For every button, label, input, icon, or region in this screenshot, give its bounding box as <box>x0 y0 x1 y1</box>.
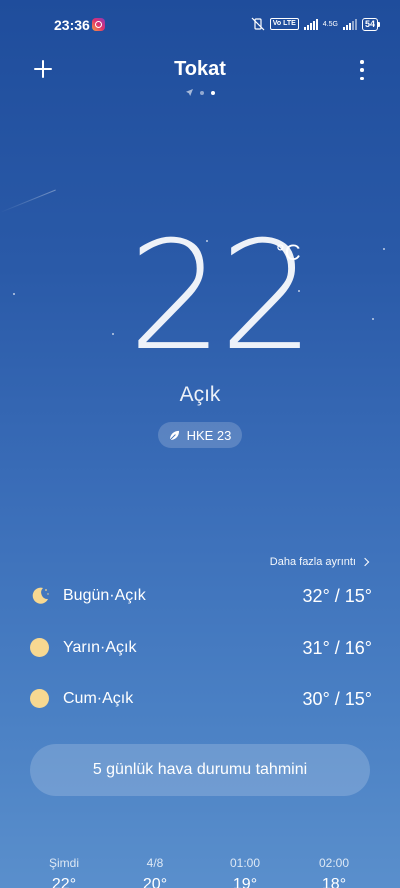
forecast-day-label: Cum·Açık <box>63 690 134 707</box>
signal-icon <box>303 18 318 30</box>
hourly-item: 02:00 18° <box>304 856 364 888</box>
page-indicator <box>0 89 400 96</box>
hourly-temp: 20° <box>142 876 168 888</box>
volte-icon: Vo LTE <box>269 18 299 30</box>
hourly-time: 01:00 <box>229 856 261 870</box>
hourly-temp: 19° <box>232 876 258 888</box>
page-dot <box>199 90 204 95</box>
city-name: Tokat <box>174 58 226 80</box>
hourly-item: 4/8 20° <box>125 856 185 888</box>
hourly-item: Şimdi 22° <box>34 856 94 888</box>
star <box>383 248 385 250</box>
five-day-forecast-button[interactable]: 5 günlük hava durumu tahmini <box>30 744 370 796</box>
star <box>112 333 114 335</box>
location-arrow-icon <box>185 89 193 96</box>
more-details-label: Daha fazla ayrıntı <box>269 556 356 568</box>
air-quality-badge[interactable]: HKE 23 <box>158 422 242 448</box>
temperature-unit: °C <box>276 240 301 265</box>
chevron-right-icon <box>360 557 370 567</box>
page-dot-active <box>210 90 215 95</box>
hourly-time: Şimdi <box>48 856 79 870</box>
hourly-time: 4/8 <box>146 856 164 870</box>
sun-icon <box>30 638 50 658</box>
hourly-time: 02:00 <box>318 856 350 870</box>
signal-icon-2 <box>342 18 357 30</box>
forecast-row-tomorrow[interactable]: Yarın·Açık 31° / 16° <box>30 634 372 662</box>
moon-icon <box>30 586 50 606</box>
leaf-icon <box>169 430 179 440</box>
hourly-temp: 22° <box>51 876 77 888</box>
forecast-day-label: Yarın·Açık <box>63 639 137 656</box>
status-icons: Vo LTE 4.5G 54 <box>251 17 381 31</box>
hourly-temp: 18° <box>321 876 347 888</box>
hourly-forecast[interactable]: Şimdi 22° 4/8 20° 01:00 19° 02:00 18° <box>0 856 400 888</box>
forecast-row-today[interactable]: Bugün·Açık 32° / 15° <box>30 582 372 610</box>
status-time: 23:36 <box>54 17 90 33</box>
hourly-item: 01:00 19° <box>215 856 275 888</box>
top-bar: Tokat <box>0 56 400 86</box>
air-quality-value: HKE 23 <box>186 427 232 443</box>
battery-icon: 54 <box>361 17 381 31</box>
vibrate-mute-icon <box>251 17 265 31</box>
star <box>13 293 15 295</box>
shooting-star <box>0 189 56 213</box>
status-bar: 23:36 Vo LTE 4.5G 54 <box>0 14 400 36</box>
star <box>372 318 374 320</box>
current-condition: Açık <box>179 383 221 406</box>
more-details-link[interactable]: Daha fazla ayrıntı <box>269 556 370 568</box>
network-type: 4.5G <box>322 20 338 28</box>
forecast-day-label: Bugün·Açık <box>63 587 146 604</box>
sun-icon <box>30 689 50 709</box>
forecast-temps: 30° / 15° <box>302 688 372 709</box>
forecast-row-friday[interactable]: Cum·Açık 30° / 15° <box>30 685 372 713</box>
forecast-temps: 32° / 15° <box>302 585 372 606</box>
more-options-button[interactable] <box>358 60 366 80</box>
forecast-temps: 31° / 16° <box>302 637 372 658</box>
instagram-notification-icon <box>92 18 105 31</box>
